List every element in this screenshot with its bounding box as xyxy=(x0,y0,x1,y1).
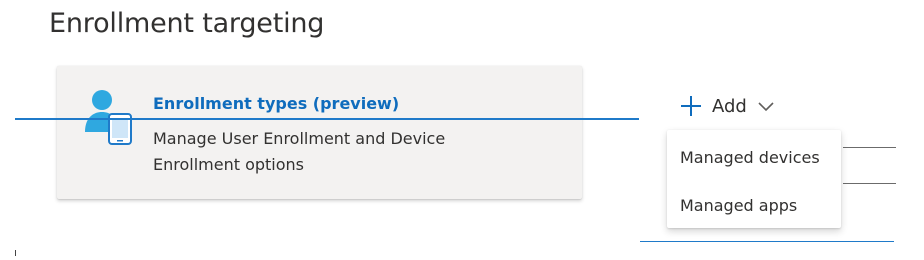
card-title-link[interactable]: Enrollment types (preview) xyxy=(153,94,399,113)
annotation-line xyxy=(15,118,639,120)
page: Enrollment targeting Enrollment types (p… xyxy=(0,0,924,260)
selection-underline xyxy=(640,241,894,242)
edge-tick xyxy=(15,250,16,256)
add-button[interactable]: Add xyxy=(680,92,775,120)
add-label: Add xyxy=(712,95,747,117)
enrollment-types-card[interactable]: Enrollment types (preview) Manage User E… xyxy=(57,66,582,199)
add-dropdown-menu: Managed devices Managed apps xyxy=(667,130,841,228)
table-divider xyxy=(843,183,896,184)
menu-item-managed-devices[interactable]: Managed devices xyxy=(667,134,841,182)
plus-icon xyxy=(681,96,701,116)
menu-item-managed-apps[interactable]: Managed apps xyxy=(667,182,841,230)
chevron-down-icon xyxy=(758,102,774,112)
page-title: Enrollment targeting xyxy=(49,8,325,39)
card-description: Manage User Enrollment and Device Enroll… xyxy=(153,129,446,174)
user-device-icon xyxy=(85,90,132,145)
table-divider xyxy=(843,147,896,148)
